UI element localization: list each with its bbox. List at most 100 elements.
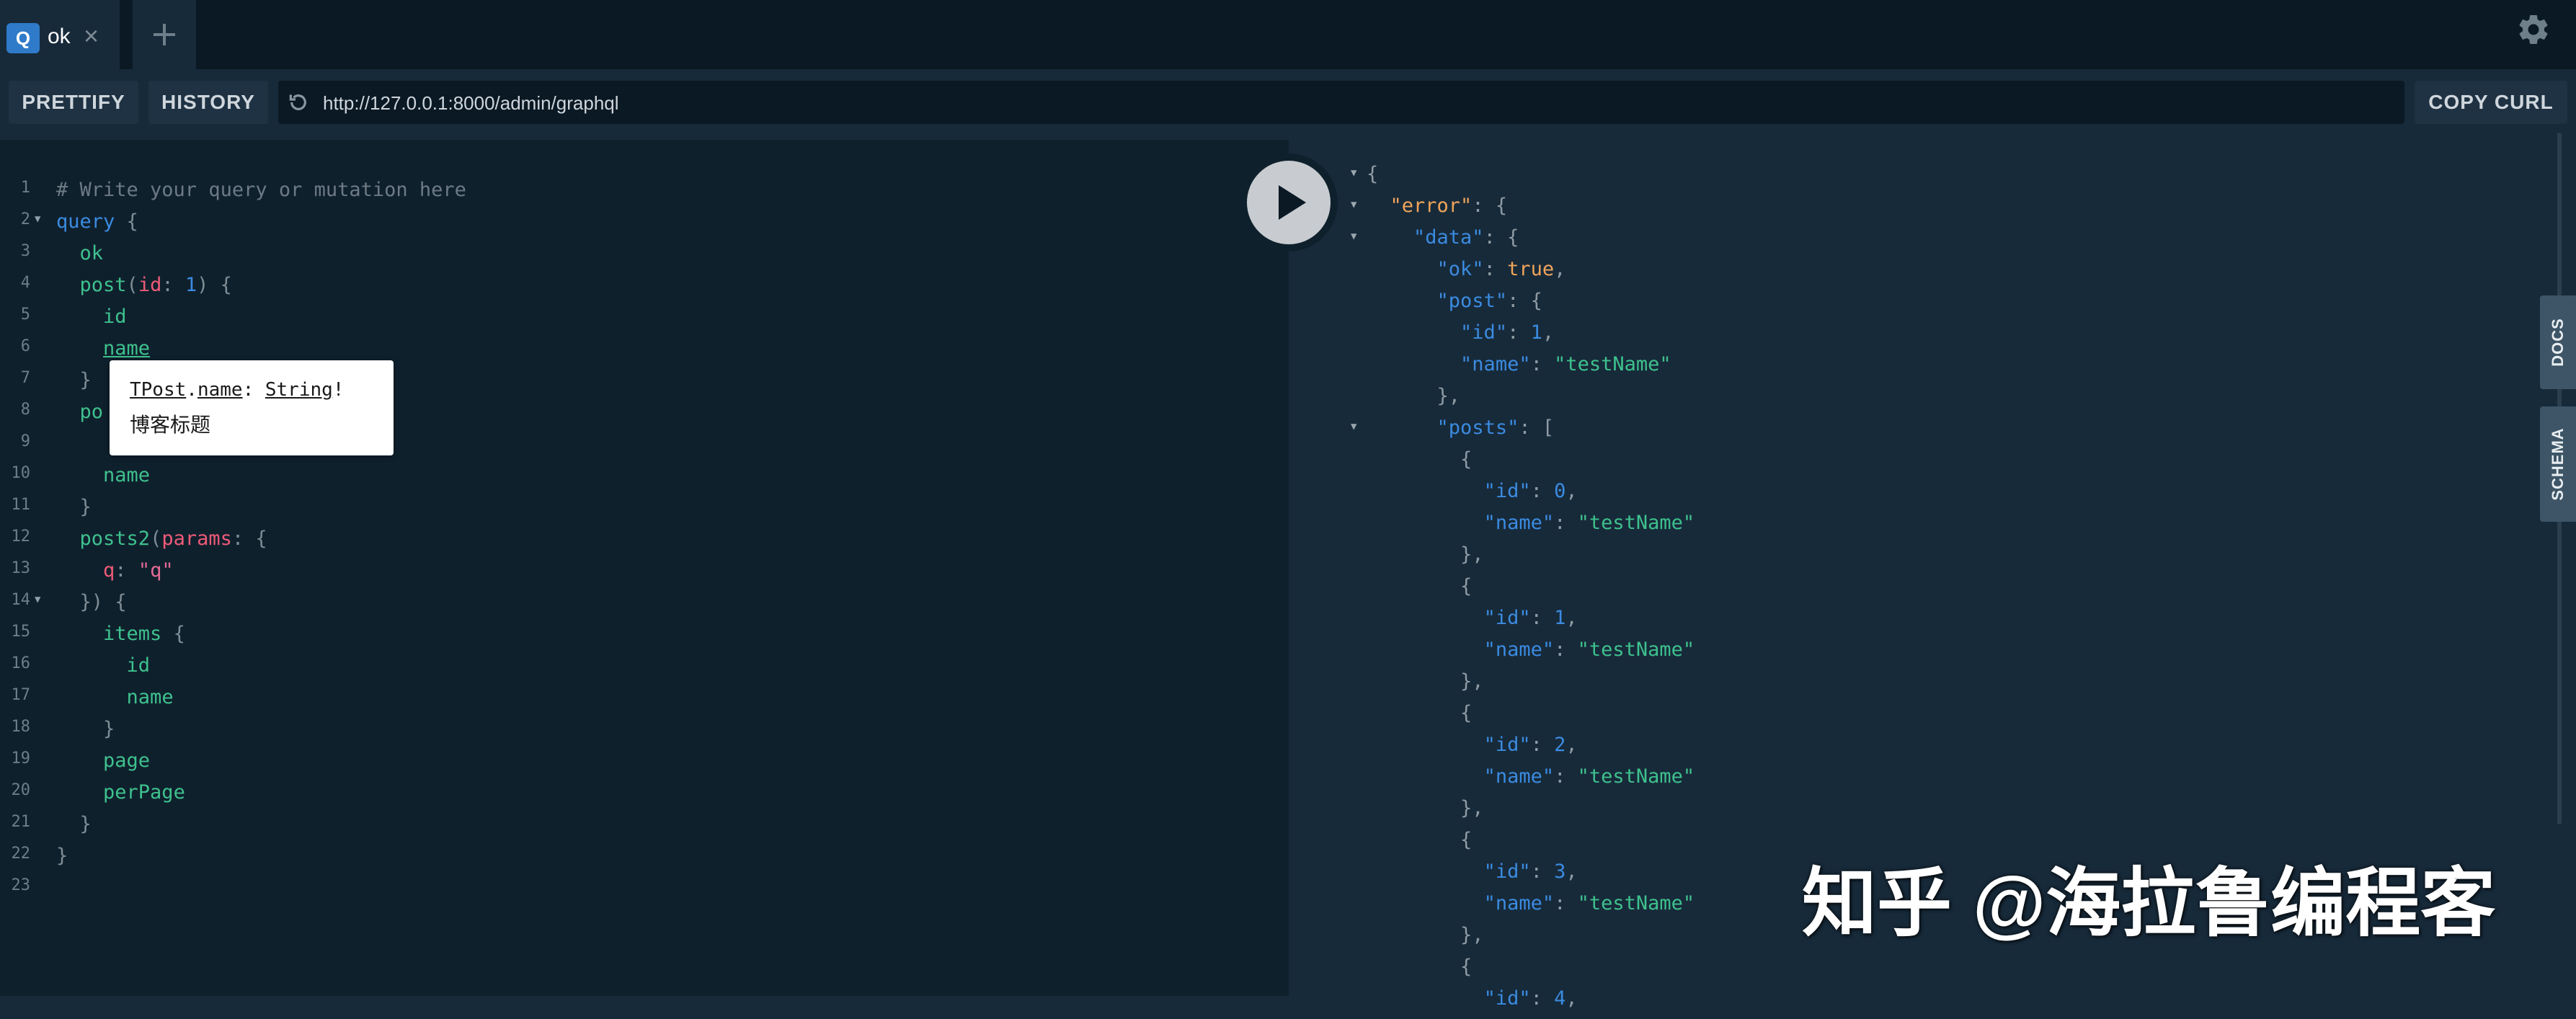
tooltip-signature: TPost.name: String!	[130, 379, 345, 401]
code-text: }	[79, 496, 92, 518]
prettify-button[interactable]: PRETTIFY	[9, 81, 138, 124]
editor-line: 22}	[0, 840, 1289, 872]
line-number: 11	[11, 496, 31, 514]
code-text: }	[79, 813, 92, 835]
copy-curl-button[interactable]: COPY CURL	[2415, 81, 2567, 124]
result-line: "error": {	[1390, 195, 1508, 217]
schema-tab[interactable]: SCHEMA	[2540, 406, 2576, 522]
endpoint-url-input[interactable]: http://127.0.0.1:8000/admin/graphql	[278, 81, 2404, 124]
code-text: items {	[103, 623, 185, 645]
fold-toggle-icon[interactable]: ▼	[1351, 231, 1356, 242]
editor-line: 11 }	[0, 491, 1289, 523]
gear-icon[interactable]	[2515, 12, 2551, 48]
code-text: ok	[79, 242, 104, 264]
tooltip-description: 博客标题	[130, 414, 211, 436]
editor-line: 14 ▼ }) {	[0, 587, 1289, 618]
result-line: "post": {	[1436, 290, 1542, 312]
editor-line: 17 name	[0, 682, 1289, 713]
result-line: },	[1367, 385, 1461, 407]
editor-line: 10 name	[0, 460, 1289, 491]
line-number: 15	[11, 623, 31, 641]
line-number: 7	[20, 369, 30, 387]
fold-toggle-icon[interactable]: ▼	[35, 594, 40, 605]
result-line: "ok": true,	[1436, 258, 1566, 280]
fold-toggle-icon[interactable]: ▼	[1351, 199, 1356, 210]
line-number: 8	[20, 401, 30, 419]
line-number: 14	[11, 591, 31, 609]
result-line: },	[1367, 670, 1484, 693]
line-number: 12	[11, 528, 31, 546]
code-text: }	[56, 845, 68, 867]
result-line: "id": 0,	[1483, 480, 1578, 502]
result-line: "id": 1,	[1483, 607, 1578, 629]
code-text: post(id: 1) {	[79, 274, 232, 296]
fold-toggle-icon[interactable]: ▼	[1351, 421, 1356, 432]
result-line: "data": {	[1413, 226, 1519, 249]
close-icon[interactable]: ×	[84, 22, 99, 50]
line-number: 6	[20, 337, 30, 355]
code-text: q: "q"	[103, 559, 174, 582]
endpoint-url: http://127.0.0.1:8000/admin/graphql	[323, 92, 619, 114]
type-info-tooltip: TPost.name: String! 博客标题	[110, 360, 394, 455]
result-line: "posts": [	[1436, 417, 1555, 439]
fold-toggle-icon[interactable]: ▼	[35, 213, 40, 225]
code-text: page	[103, 749, 151, 772]
fold-toggle-icon[interactable]: ▼	[1351, 167, 1356, 179]
code-text: }	[103, 718, 115, 740]
editor-line: 16 id	[0, 650, 1289, 682]
result-line: "id": 2,	[1483, 734, 1578, 756]
code-text: po	[79, 401, 104, 423]
add-tab-button[interactable]	[133, 0, 196, 69]
editor-line: 19 page	[0, 745, 1289, 777]
query-editor[interactable]: 1 # Write your query or mutation here 2 ▼ qu…	[0, 140, 1289, 996]
history-button[interactable]: HISTORY	[148, 81, 268, 124]
result-line: "name": "testName"	[1483, 892, 1695, 915]
editor-line: 20 perPage	[0, 777, 1289, 809]
tooltip-non-null: !	[332, 379, 345, 401]
code-text: id	[126, 654, 151, 677]
code-text: name	[126, 686, 174, 708]
line-number: 4	[20, 274, 30, 292]
result-line: {	[1367, 575, 1473, 597]
tooltip-field-name: name	[197, 379, 243, 401]
tab-label: ok	[48, 25, 71, 48]
result-line: "name": "testName"	[1483, 765, 1695, 788]
result-line: {	[1367, 956, 1473, 978]
editor-line: 18 }	[0, 713, 1289, 745]
editor-line: 4 post(id: 1) {	[0, 270, 1289, 301]
editor-line: 13 q: "q"	[0, 555, 1289, 587]
line-number: 19	[11, 749, 31, 767]
code-text: query {	[56, 210, 138, 233]
play-icon	[1279, 185, 1306, 220]
line-number: 13	[11, 559, 31, 577]
code-text: # Write your query or mutation here	[56, 179, 466, 201]
code-text: id	[103, 306, 127, 328]
result-line: "id": 4,	[1483, 987, 1578, 1010]
editor-line: 12 posts2(params: {	[0, 523, 1289, 555]
schema-tab-label: SCHEMA	[2549, 427, 2567, 501]
line-number: 20	[11, 781, 31, 799]
result-line: {	[1367, 448, 1473, 471]
line-number: 21	[11, 813, 31, 831]
line-number: 9	[20, 432, 30, 450]
line-number: 10	[11, 464, 31, 482]
line-number: 3	[20, 242, 30, 260]
line-number: 17	[11, 686, 31, 704]
result-line: {	[1367, 829, 1473, 851]
code-text: }) {	[79, 591, 127, 613]
result-line: "name": "testName"	[1460, 353, 1671, 375]
line-number: 1	[20, 179, 30, 197]
line-number: 5	[20, 306, 30, 324]
reload-icon[interactable]	[287, 91, 310, 114]
run-query-button[interactable]	[1240, 153, 1338, 252]
tab-ok[interactable]: Q ok ×	[0, 0, 120, 69]
editor-line: 2 ▼ query {	[0, 206, 1289, 238]
tooltip-type-name: TPost	[130, 379, 187, 401]
docs-tab-label: DOCS	[2549, 318, 2567, 367]
line-number: 2	[20, 210, 30, 228]
result-line: "name": "testName"	[1483, 512, 1695, 534]
editor-line: 1 # Write your query or mutation here	[0, 174, 1289, 206]
editor-line: 15 items {	[0, 618, 1289, 650]
docs-tab[interactable]: DOCS	[2540, 295, 2576, 389]
query-badge-icon: Q	[6, 23, 40, 53]
